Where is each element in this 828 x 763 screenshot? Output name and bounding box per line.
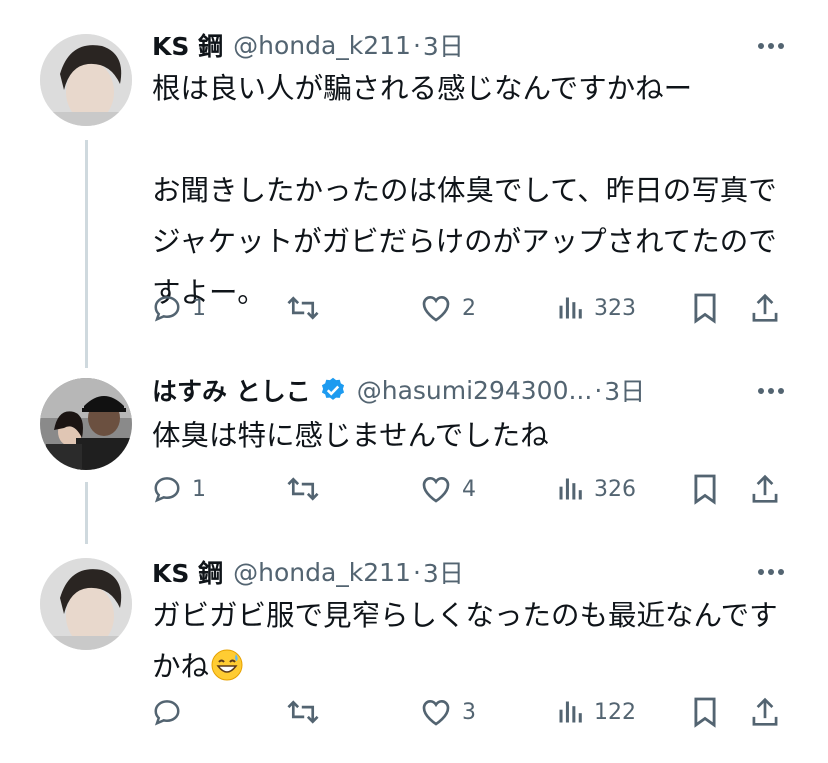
views-count: 326 [594, 476, 636, 502]
bookmark-icon [692, 473, 718, 505]
share-icon [750, 292, 780, 324]
avatar[interactable] [40, 34, 132, 126]
avatar[interactable] [40, 378, 132, 470]
share-button[interactable] [750, 469, 780, 509]
bookmark-button[interactable] [692, 288, 718, 328]
verified-badge-icon [319, 376, 347, 404]
more-icon[interactable] [756, 36, 786, 56]
avatar[interactable] [40, 558, 132, 650]
like-count: 2 [462, 295, 476, 321]
repost-icon [286, 474, 320, 504]
like-count: 3 [462, 699, 476, 725]
share-icon [750, 473, 780, 505]
reply-icon [152, 697, 182, 727]
repost-icon [286, 293, 320, 323]
separator-dot: · [412, 30, 421, 60]
repost-button[interactable] [286, 288, 320, 328]
author-name[interactable]: KS 鋼 [152, 554, 223, 590]
tweet-text-content: ガビガビ服で見窄らしくなったのも最近なんですかね [152, 599, 778, 683]
author-name[interactable]: はすみ としこ [152, 372, 311, 408]
repost-icon [286, 697, 320, 727]
bookmark-icon [692, 292, 718, 324]
author-handle[interactable]: @honda_k211 [233, 558, 411, 587]
like-icon [420, 697, 452, 727]
like-button[interactable]: 2 [420, 288, 476, 328]
thread-line [85, 140, 88, 368]
like-button[interactable]: 4 [420, 469, 476, 509]
views-count: 122 [594, 699, 636, 725]
tweet-header: KS 鋼 @honda_k211 · 3日 [152, 28, 768, 62]
timestamp[interactable]: 3日 [423, 554, 464, 590]
tweet-text: 体臭は特に感じませんでしたね [152, 419, 549, 452]
separator-dot: · [594, 375, 603, 405]
reply-count: 1 [192, 476, 206, 502]
reply-button[interactable] [152, 692, 192, 732]
repost-button[interactable] [286, 692, 320, 732]
more-icon[interactable] [756, 562, 786, 582]
like-icon [420, 293, 452, 323]
action-bar: 1 4 326 [152, 469, 792, 509]
tweet-text: ガビガビ服で見窄らしくなったのも最近なんですかね [152, 590, 792, 692]
separator-dot: · [412, 557, 421, 587]
tweet-header: はすみ としこ @hasumi294300... · 3日 [152, 373, 768, 407]
timestamp[interactable]: 3日 [423, 27, 464, 63]
timestamp[interactable]: 3日 [604, 372, 645, 408]
author-handle[interactable]: @hasumi294300... [357, 376, 593, 405]
thread-line [85, 482, 88, 544]
views-button[interactable]: 326 [556, 469, 636, 509]
repost-button[interactable] [286, 469, 320, 509]
reply-icon [152, 474, 182, 504]
reply-button[interactable]: 1 [152, 469, 206, 509]
views-icon [556, 475, 584, 503]
tweet-header: KS 鋼 @honda_k211 · 3日 [152, 555, 768, 589]
views-icon [556, 698, 584, 726]
like-count: 4 [462, 476, 476, 502]
views-button[interactable]: 122 [556, 692, 636, 732]
bookmark-button[interactable] [692, 692, 718, 732]
tweet-text: 根は良い人が騙される感じなんですかねー お聞きしたかったのは体臭でして、昨日の写… [152, 72, 777, 309]
share-icon [750, 696, 780, 728]
more-icon[interactable] [756, 381, 786, 401]
bookmark-button[interactable] [692, 469, 718, 509]
grinning-sweat-emoji [211, 646, 243, 681]
reply-button[interactable]: 1 [152, 288, 206, 328]
action-bar: 3 122 [152, 692, 792, 732]
share-button[interactable] [750, 692, 780, 732]
bookmark-icon [692, 696, 718, 728]
reply-count: 1 [192, 295, 206, 321]
views-count: 323 [594, 295, 636, 321]
share-button[interactable] [750, 288, 780, 328]
views-icon [556, 294, 584, 322]
author-handle[interactable]: @honda_k211 [233, 31, 411, 60]
like-icon [420, 474, 452, 504]
action-bar: 1 2 323 [152, 288, 792, 328]
reply-icon [152, 293, 182, 323]
author-name[interactable]: KS 鋼 [152, 27, 223, 63]
like-button[interactable]: 3 [420, 692, 476, 732]
views-button[interactable]: 323 [556, 288, 636, 328]
